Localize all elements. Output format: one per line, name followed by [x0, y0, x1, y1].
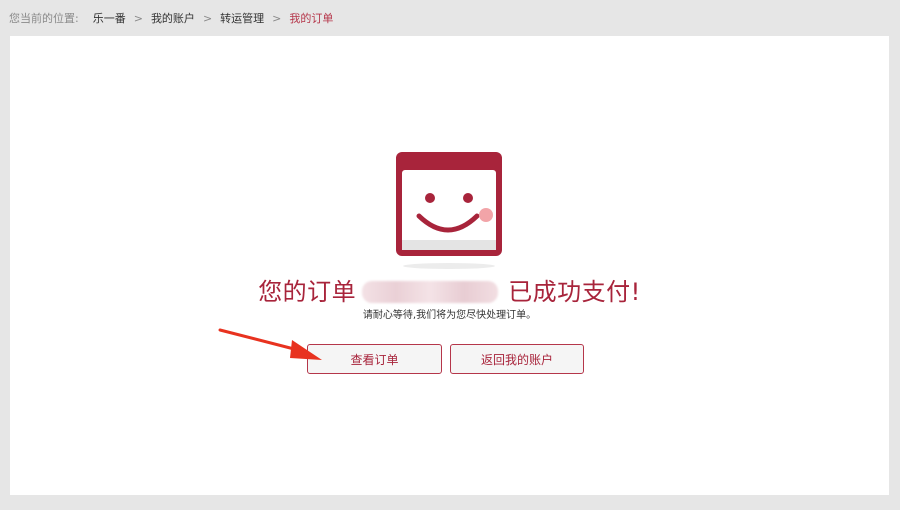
smiling-calendar-icon: [396, 152, 502, 269]
breadcrumb-item-home[interactable]: 乐一番: [93, 10, 126, 26]
content-panel: 您的订单 已成功支付! 请耐心等待,我们将为您尽快处理订单。 查看订单 返回我的账…: [10, 36, 889, 495]
status-title-prefix: 您的订单: [258, 278, 357, 306]
breadcrumb-separator: >: [272, 11, 282, 25]
breadcrumb-separator: >: [133, 11, 143, 25]
breadcrumb-lead: 您当前的位置:: [9, 12, 79, 25]
status-title-suffix: 已成功支付!: [508, 278, 641, 306]
back-to-account-button[interactable]: 返回我的账户: [450, 344, 584, 374]
order-number-redacted: [362, 281, 499, 303]
payment-success-title: 您的订单 已成功支付!: [10, 272, 889, 307]
breadcrumb: 您当前的位置: 乐一番 > 我的账户 > 转运管理 > 我的订单: [9, 9, 333, 27]
breadcrumb-current: 我的订单: [289, 12, 334, 25]
red-arrow-icon: [218, 328, 322, 360]
breadcrumb-item-account[interactable]: 我的账户: [151, 10, 195, 26]
status-subtitle: 请耐心等待,我们将为您尽快处理订单。: [362, 310, 537, 321]
breadcrumb-item-forwarding[interactable]: 转运管理: [220, 10, 264, 26]
breadcrumb-separator: >: [202, 11, 213, 25]
